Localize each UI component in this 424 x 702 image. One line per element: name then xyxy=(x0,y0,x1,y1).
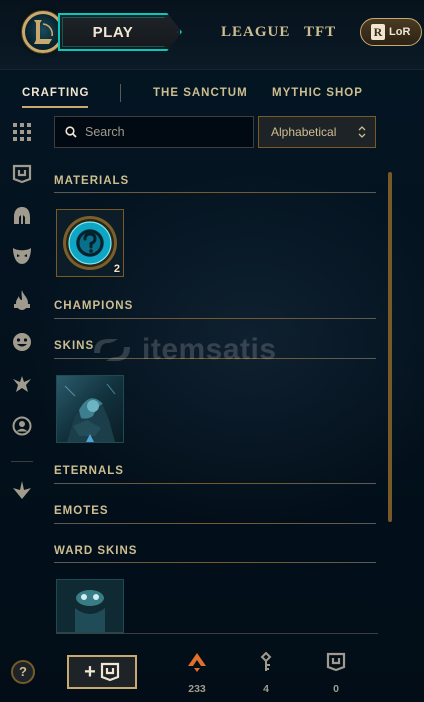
section-title-skins: SKINS xyxy=(54,340,95,352)
skin-artwork-icon xyxy=(57,376,123,442)
arrow-down-icon[interactable] xyxy=(10,478,34,502)
search-box[interactable] xyxy=(54,116,254,148)
chest-icon xyxy=(326,652,346,672)
mask-icon[interactable] xyxy=(10,244,34,268)
watermark-icon xyxy=(94,339,130,361)
profile-icon[interactable] xyxy=(10,414,34,438)
currency-chests: 0 xyxy=(316,652,356,695)
tab-crafting[interactable]: CRAFTING xyxy=(22,87,89,99)
currency-orange-essence: 233 xyxy=(177,652,217,695)
nav-league[interactable]: LEAGUE xyxy=(221,24,290,41)
watermark-text: itemsatis xyxy=(142,333,277,366)
ward-icon[interactable] xyxy=(10,372,34,396)
champion-helmet-icon[interactable] xyxy=(10,204,34,228)
chests-value: 0 xyxy=(333,683,339,695)
ward-skin-artwork-icon xyxy=(57,580,123,632)
keys-value: 4 xyxy=(263,683,269,695)
section-title-champions: CHAMPIONS xyxy=(54,300,134,312)
lor-label: LoR xyxy=(389,26,411,38)
section-title-emotes: EMOTES xyxy=(54,505,109,517)
section-title-eternals: ETERNALS xyxy=(54,465,124,477)
league-logo-icon[interactable] xyxy=(22,11,64,53)
chest-icon[interactable] xyxy=(10,162,34,186)
section-divider xyxy=(54,192,376,193)
loot-item-mystery[interactable]: 2 xyxy=(56,209,124,277)
flame-icon[interactable] xyxy=(10,288,34,312)
plus-icon: + xyxy=(84,661,96,683)
section-divider xyxy=(54,562,376,563)
help-button[interactable]: ? xyxy=(11,660,35,684)
loot-screen: PLAY LEAGUE TFT R LoR CRAFTING THE SANCT… xyxy=(0,0,424,702)
emote-face-icon[interactable] xyxy=(10,330,34,354)
chest-icon xyxy=(100,662,119,682)
bottom-divider xyxy=(56,633,378,634)
watermark-logo: itemsatis xyxy=(90,330,340,370)
search-input[interactable] xyxy=(85,125,245,139)
lor-logo-icon: R xyxy=(371,24,385,40)
sort-chevron-icon xyxy=(358,126,366,138)
section-title-ward-skins: WARD SKINS xyxy=(54,545,138,557)
sidebar-separator xyxy=(11,461,33,462)
grid-icon[interactable] xyxy=(10,120,34,144)
orange-essence-icon xyxy=(188,653,206,672)
item-count: 2 xyxy=(113,263,120,275)
tab-mythic-shop[interactable]: MYTHIC SHOP xyxy=(272,87,363,99)
scrollbar[interactable] xyxy=(388,172,392,522)
sort-selected-value: Alphabetical xyxy=(271,125,337,139)
craft-chest-button[interactable]: + xyxy=(67,655,137,689)
play-button[interactable]: PLAY xyxy=(58,13,182,51)
active-tab-indicator xyxy=(22,106,88,108)
nav-tft[interactable]: TFT xyxy=(304,24,336,41)
play-label: PLAY xyxy=(92,23,134,41)
loot-item-ward-skin[interactable] xyxy=(56,579,124,633)
section-divider xyxy=(54,483,376,484)
sort-dropdown[interactable]: Alphabetical xyxy=(258,116,376,148)
tab-the-sanctum[interactable]: THE SANCTUM xyxy=(153,87,248,99)
orange-essence-value: 233 xyxy=(188,683,206,695)
section-divider xyxy=(54,318,376,319)
key-icon xyxy=(260,651,272,671)
search-icon xyxy=(65,126,77,138)
tab-divider xyxy=(120,84,121,102)
section-title-materials: MATERIALS xyxy=(54,175,130,187)
section-divider xyxy=(54,523,376,524)
currency-keys: 4 xyxy=(246,651,286,695)
top-bar: PLAY LEAGUE TFT R LoR xyxy=(0,0,424,70)
loot-subtabs: CRAFTING THE SANCTUM MYTHIC SHOP xyxy=(0,70,424,114)
loot-item-skin[interactable] xyxy=(56,375,124,443)
lor-button[interactable]: R LoR xyxy=(360,18,422,46)
